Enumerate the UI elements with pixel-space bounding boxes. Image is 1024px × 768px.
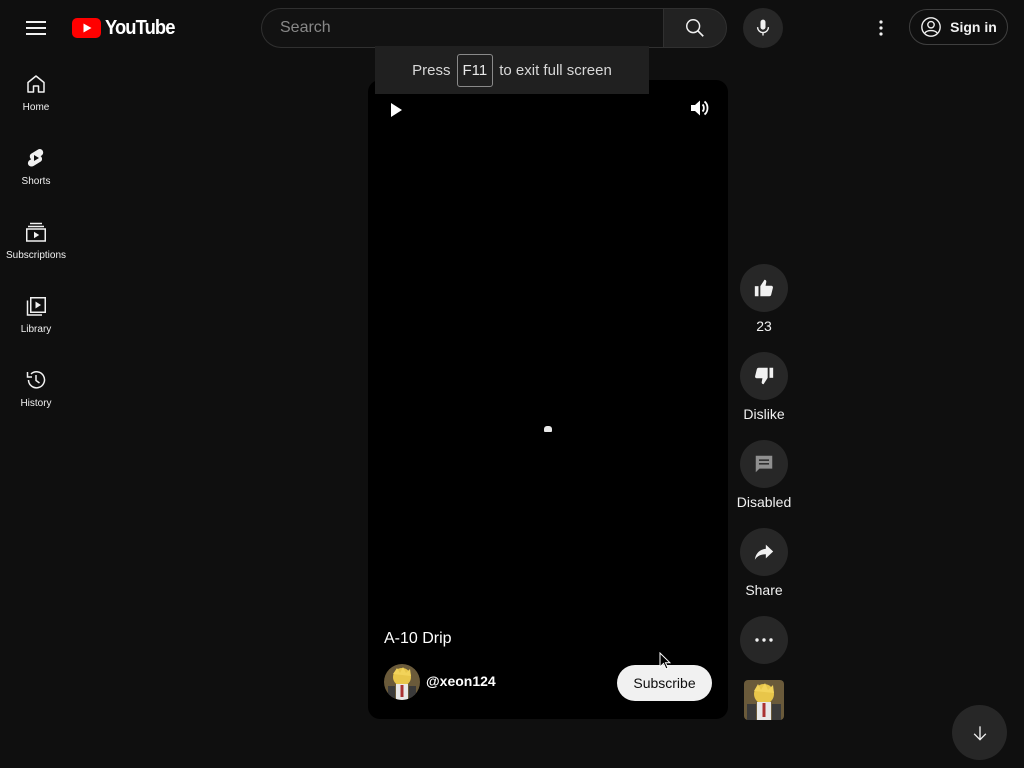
sidebar-item-library[interactable]: Library — [0, 278, 72, 352]
share-label: Share — [745, 582, 783, 598]
sidebar-item-label: History — [20, 398, 52, 409]
logo-text: YouTube — [105, 16, 175, 39]
sidebar-item-label: Home — [22, 102, 50, 113]
sign-in-button[interactable]: Sign in — [909, 9, 1008, 45]
shorts-icon — [27, 148, 44, 167]
volume-button[interactable] — [684, 92, 716, 124]
sidebar-item-home[interactable]: Home — [0, 56, 72, 130]
account-circle-icon — [921, 17, 942, 37]
thumbs-down-icon — [755, 367, 774, 385]
like-count: 23 — [756, 318, 772, 334]
play-button[interactable] — [380, 94, 412, 126]
sidebar-item-label: Subscriptions — [5, 250, 67, 261]
sidebar-item-history[interactable]: History — [0, 352, 72, 426]
more-actions-button[interactable] — [740, 616, 788, 664]
share-button[interactable] — [740, 528, 788, 576]
toast-key: F11 — [456, 53, 494, 87]
play-icon — [391, 103, 402, 117]
library-icon — [26, 297, 46, 316]
dislike-label: Dislike — [743, 406, 785, 422]
avatar-image — [384, 664, 420, 700]
voice-search-button[interactable] — [743, 8, 783, 48]
loading-indicator — [544, 426, 552, 432]
search-input[interactable] — [278, 18, 663, 38]
search-icon — [686, 19, 704, 37]
history-icon — [26, 371, 46, 389]
shorts-player[interactable]: A-10 Drip @xeon124 Subscribe — [368, 80, 728, 719]
share-arrow-icon — [754, 544, 774, 560]
thumbs-up-icon — [754, 279, 773, 297]
microphone-icon — [756, 19, 770, 36]
sound-thumbnail[interactable] — [744, 680, 784, 720]
settings-more-button[interactable] — [861, 8, 901, 48]
like-button[interactable] — [740, 264, 788, 312]
share-action: Share — [733, 528, 795, 598]
hamburger-menu-icon — [26, 21, 46, 35]
search-box[interactable] — [261, 8, 663, 48]
sign-in-label: Sign in — [950, 19, 997, 35]
toast-prefix: Press — [412, 61, 451, 79]
more-actions — [733, 616, 795, 664]
comments-label: Disabled — [736, 494, 792, 510]
youtube-logo-icon — [72, 18, 101, 38]
subscribe-button[interactable]: Subscribe — [617, 665, 712, 701]
video-title[interactable]: A-10 Drip — [384, 630, 452, 648]
vertical-dots-icon — [879, 20, 883, 36]
dislike-button[interactable] — [740, 352, 788, 400]
mouse-cursor-icon — [659, 652, 671, 670]
dislike-action: Dislike — [733, 352, 795, 422]
next-video-button[interactable] — [952, 705, 1007, 760]
sidebar-item-label: Library — [20, 324, 52, 335]
sidebar-item-subscriptions[interactable]: Subscriptions — [0, 204, 72, 278]
fullscreen-exit-toast: Press F11 to exit full screen — [375, 46, 649, 94]
toast-suffix: to exit full screen — [499, 61, 612, 79]
comments-button[interactable] — [740, 440, 788, 488]
menu-button[interactable] — [16, 8, 56, 48]
sidebar-item-label: Shorts — [21, 176, 51, 187]
comment-icon — [755, 455, 773, 473]
search-button[interactable] — [663, 8, 727, 48]
channel-name[interactable]: @xeon124 — [426, 673, 496, 689]
channel-avatar[interactable] — [384, 664, 420, 700]
home-icon — [27, 75, 45, 93]
arrow-down-icon — [973, 725, 986, 741]
subscriptions-icon — [26, 222, 46, 242]
horizontal-dots-icon — [755, 638, 773, 642]
sidebar-item-shorts[interactable]: Shorts — [0, 130, 72, 204]
sidebar: Home Shorts Subscriptions Library Histor… — [0, 56, 72, 426]
volume-icon — [691, 100, 709, 116]
like-action: 23 — [733, 264, 795, 334]
sound-thumbnail-image — [744, 680, 784, 720]
youtube-logo[interactable]: YouTube — [72, 16, 181, 40]
comments-action: Disabled — [733, 440, 795, 510]
